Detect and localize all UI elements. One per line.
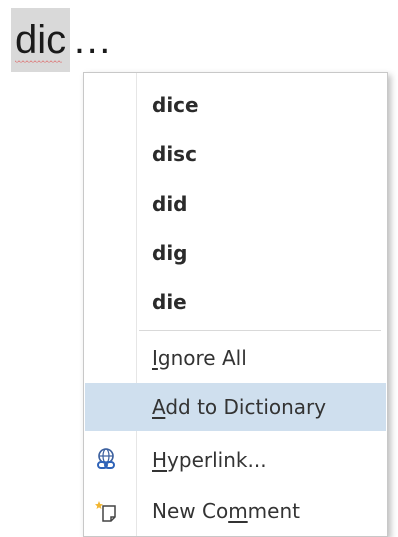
suggestion-die[interactable]: die: [85, 278, 386, 326]
add-to-dictionary-label: Add to Dictionary: [152, 395, 327, 419]
suggestion-label: disc: [152, 142, 197, 166]
spellcheck-context-menu: dice disc did dig die Ignore All Add to …: [83, 72, 388, 537]
new-comment-label: New Comment: [152, 499, 300, 523]
document-text: dic…: [11, 8, 119, 72]
suggestion-label: did: [152, 192, 188, 216]
hyperlink-globe-icon: [93, 447, 119, 473]
new-comment-item[interactable]: New Comment: [85, 487, 386, 535]
misspelled-word[interactable]: dic: [11, 8, 71, 72]
suggestion-disc[interactable]: disc: [85, 130, 386, 178]
suggestion-label: dice: [152, 93, 199, 117]
suggestion-dig[interactable]: dig: [85, 229, 386, 277]
suggestion-label: die: [152, 290, 187, 314]
add-to-dictionary-item[interactable]: Add to Dictionary: [85, 383, 386, 431]
suggestion-dice[interactable]: dice: [85, 81, 386, 129]
menu-separator: [139, 330, 381, 331]
ignore-all-label: Ignore All: [152, 346, 247, 370]
hyperlink-label: Hyperlink...: [152, 448, 267, 472]
ignore-all-item[interactable]: Ignore All: [85, 334, 386, 382]
new-comment-icon: [93, 498, 119, 524]
trailing-text: …: [70, 8, 119, 72]
suggestion-did[interactable]: did: [85, 180, 386, 228]
hyperlink-item[interactable]: Hyperlink...: [85, 436, 386, 484]
suggestion-label: dig: [152, 241, 188, 265]
